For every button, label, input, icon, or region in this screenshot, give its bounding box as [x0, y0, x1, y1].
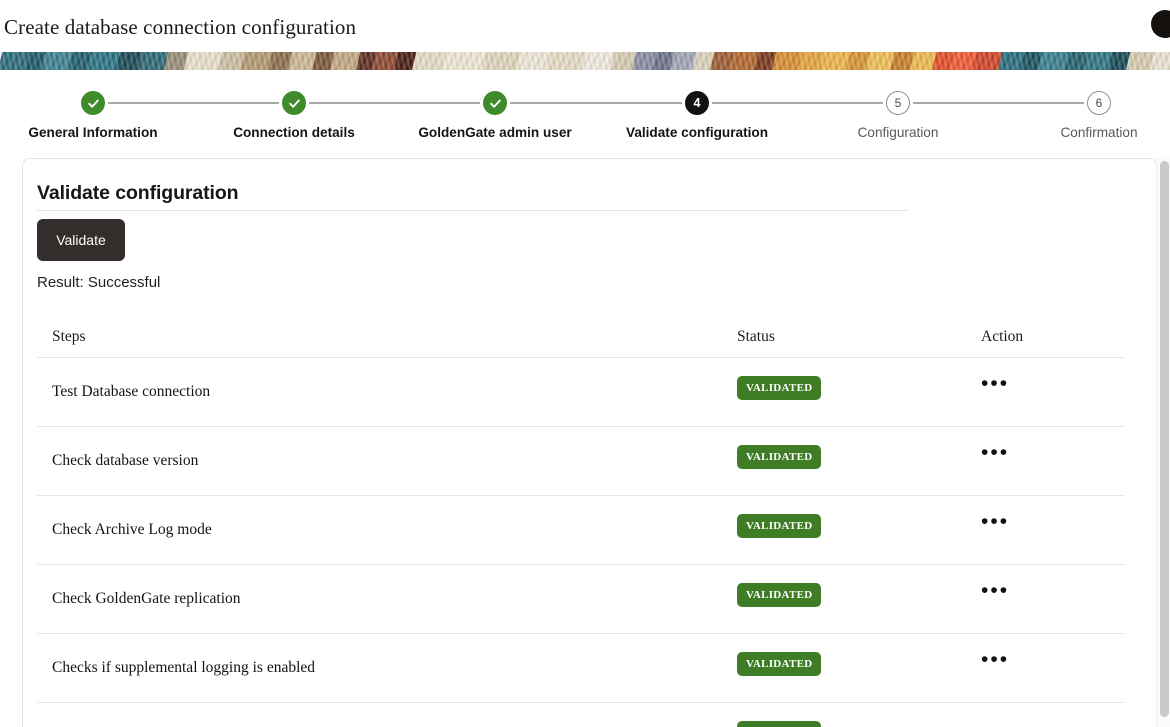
table-row: Test Database connection VALIDATED ••• [37, 358, 1129, 427]
wizard-stepper: General Information Connection details Gol… [0, 70, 1170, 158]
page-title: Create database connection configuration [4, 15, 357, 39]
stepper-step-4[interactable]: 4 Validate configuration [597, 70, 797, 140]
cell-status: VALIDATED [737, 721, 822, 727]
cell-status: VALIDATED [737, 652, 822, 676]
cell-step-name: Check database version [52, 452, 199, 469]
stepper-step-5[interactable]: 5 Configuration [798, 70, 998, 140]
column-header-action: Action [981, 328, 1024, 345]
cell-action: ••• [981, 580, 1021, 605]
cell-action: ••• [981, 649, 1021, 674]
step-number-badge: 6 [1087, 91, 1111, 115]
check-icon [282, 91, 306, 115]
status-badge: VALIDATED [737, 514, 822, 538]
table-row: Check GoldenGate replication VALIDATED ••• [37, 565, 1129, 634]
status-badge: VALIDATED [737, 445, 822, 469]
status-badge: VALIDATED [737, 583, 822, 607]
table-row: Checks if supplemental logging is enable… [37, 634, 1129, 703]
stepper-label: GoldenGate admin user [418, 125, 572, 140]
table-row: Check database version VALIDATED ••• [37, 427, 1129, 496]
table-row: Check Archive Log mode VALIDATED ••• [37, 496, 1129, 565]
stepper-label: Validate configuration [626, 125, 768, 140]
more-actions-icon[interactable] [981, 721, 1021, 727]
stepper-step-1[interactable]: General Information [0, 70, 193, 140]
scrollbar-thumb[interactable] [1160, 161, 1169, 717]
table-header-row: Steps Status Action [37, 317, 1129, 358]
stepper-step-3[interactable]: GoldenGate admin user [395, 70, 595, 140]
step-number-badge: 5 [886, 91, 910, 115]
stepper-connector [309, 102, 480, 104]
banner-segment [182, 52, 224, 70]
cell-status: VALIDATED [737, 514, 822, 538]
section-title-divider [37, 210, 908, 211]
more-actions-icon[interactable]: ••• [981, 442, 1021, 467]
stepper-step-6[interactable]: 6 Confirmation [999, 70, 1170, 140]
stepper-label: Confirmation [1060, 125, 1138, 140]
cell-action: ••• [981, 442, 1021, 467]
status-badge: VALIDATED [737, 376, 822, 400]
check-icon [483, 91, 507, 115]
cell-action: ••• [981, 511, 1021, 536]
window-titlebar: Create database connection configuration [0, 0, 1170, 52]
validate-button[interactable]: Validate [37, 219, 125, 261]
user-avatar-icon[interactable] [1151, 10, 1170, 38]
validation-steps-table: Steps Status Action Test Database connec… [37, 317, 1129, 727]
banner-segment [480, 52, 522, 70]
stepper-connector [510, 102, 682, 104]
banner-segment [544, 52, 588, 70]
content-card: Validate configuration Validate Result: … [22, 158, 1157, 727]
cell-step-name: Check Archive Log mode [52, 521, 212, 538]
decorative-banner [0, 52, 1170, 70]
section-title: Validate configuration [37, 182, 239, 204]
cell-step-name: Check GoldenGate replication [52, 590, 241, 607]
cell-status: VALIDATED [737, 445, 822, 469]
app-window: Create database connection configuration… [0, 0, 1170, 727]
stepper-label: Configuration [857, 125, 939, 140]
column-header-steps: Steps [52, 328, 86, 345]
banner-segment [440, 52, 488, 70]
more-actions-icon[interactable]: ••• [981, 511, 1021, 536]
validation-result-text: Result: Successful [37, 274, 161, 291]
stepper-connector [108, 102, 279, 104]
step-number-badge: 4 [685, 91, 709, 115]
status-badge: VALIDATED [737, 652, 822, 676]
stepper-label: Connection details [233, 125, 355, 140]
check-icon [81, 91, 105, 115]
cell-status: VALIDATED [737, 583, 822, 607]
cell-step-name: Test Database connection [52, 383, 211, 400]
column-header-status: Status [737, 328, 775, 345]
stepper-step-2[interactable]: Connection details [194, 70, 394, 140]
cell-action [981, 721, 1021, 727]
more-actions-icon[interactable]: ••• [981, 580, 1021, 605]
cell-step-name: Checks if supplemental logging is enable… [52, 659, 316, 676]
more-actions-icon[interactable]: ••• [981, 649, 1021, 674]
cell-action: ••• [981, 373, 1021, 398]
stepper-connector [913, 102, 1084, 104]
vertical-scrollbar[interactable] [1156, 158, 1170, 727]
table-row: VALIDATED [37, 703, 1129, 727]
status-badge: VALIDATED [737, 721, 822, 727]
stepper-label: General Information [28, 125, 158, 140]
stepper-connector [712, 102, 883, 104]
cell-status: VALIDATED [737, 376, 822, 400]
more-actions-icon[interactable]: ••• [981, 373, 1021, 398]
